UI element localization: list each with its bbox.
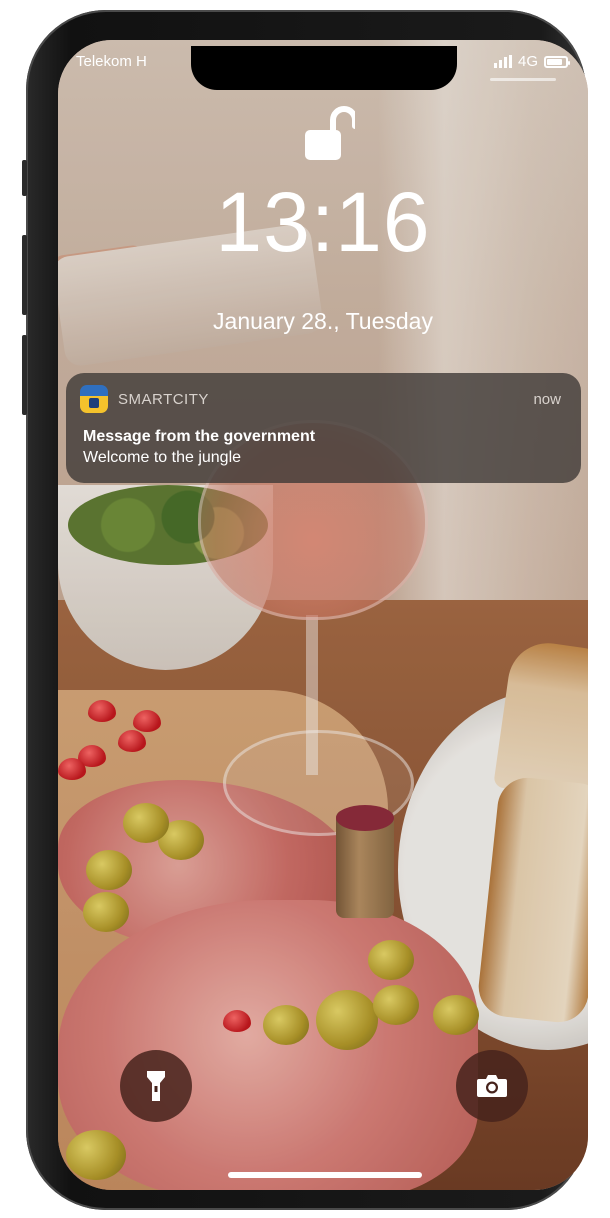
notification-header: SMARTCITY bbox=[80, 385, 209, 413]
volume-down-button bbox=[22, 335, 27, 415]
camera-icon bbox=[477, 1075, 507, 1097]
camera-button[interactable] bbox=[456, 1050, 528, 1122]
status-bar: Telekom H 4G bbox=[58, 46, 588, 90]
network-type: 4G bbox=[517, 53, 538, 70]
lock-time: 13:16 bbox=[215, 175, 431, 269]
carrier-label: Telekom H bbox=[76, 53, 147, 70]
mute-switch bbox=[22, 160, 27, 196]
lock-screen: Telekom H 4G 13:16 January 28., Tuesday … bbox=[58, 40, 588, 1190]
home-indicator[interactable] bbox=[228, 1172, 422, 1178]
signal-bars-icon bbox=[493, 55, 512, 68]
notification-body: Welcome to the jungle bbox=[83, 449, 242, 466]
notification-title: Message from the government bbox=[83, 428, 316, 445]
lock-date: January 28., Tuesday bbox=[213, 308, 433, 334]
unlock-icon bbox=[303, 102, 358, 164]
notification-time: now bbox=[533, 391, 561, 408]
volume-up-button bbox=[22, 235, 27, 315]
flashlight-button[interactable] bbox=[120, 1050, 192, 1122]
smartcity-app-icon bbox=[80, 385, 108, 413]
notch bbox=[191, 46, 457, 90]
flashlight-icon bbox=[147, 1071, 165, 1101]
notification-card[interactable]: SMARTCITY now Message from the governmen… bbox=[66, 373, 581, 483]
battery-icon bbox=[544, 55, 570, 68]
notification-app-name: SMARTCITY bbox=[118, 390, 209, 408]
status-indicators: 4G bbox=[493, 53, 570, 70]
control-center-indicator[interactable] bbox=[490, 78, 556, 81]
